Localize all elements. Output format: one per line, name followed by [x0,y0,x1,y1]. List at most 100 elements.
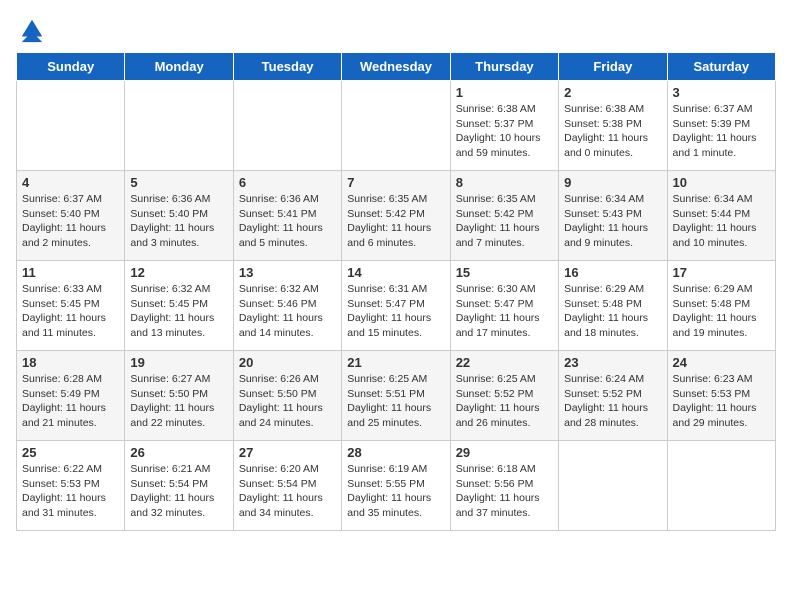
day-number: 10 [673,175,770,190]
day-info: Sunrise: 6:18 AM Sunset: 5:56 PM Dayligh… [456,462,553,521]
day-number: 15 [456,265,553,280]
day-info: Sunrise: 6:34 AM Sunset: 5:44 PM Dayligh… [673,192,770,251]
day-cell: 1 Sunrise: 6:38 AM Sunset: 5:37 PM Daylig… [450,81,558,171]
calendar-table: SundayMondayTuesdayWednesdayThursdayFrid… [16,52,776,531]
day-number: 24 [673,355,770,370]
day-cell: 8 Sunrise: 6:35 AM Sunset: 5:42 PM Daylig… [450,171,558,261]
day-info: Sunrise: 6:24 AM Sunset: 5:52 PM Dayligh… [564,372,661,431]
day-cell: 17 Sunrise: 6:29 AM Sunset: 5:48 PM Dayli… [667,261,775,351]
day-info: Sunrise: 6:29 AM Sunset: 5:48 PM Dayligh… [564,282,661,341]
day-number: 1 [456,85,553,100]
day-number: 17 [673,265,770,280]
day-cell: 24 Sunrise: 6:23 AM Sunset: 5:53 PM Dayli… [667,351,775,441]
day-number: 7 [347,175,444,190]
day-number: 19 [130,355,227,370]
week-row-5: 25 Sunrise: 6:22 AM Sunset: 5:53 PM Dayli… [17,441,776,531]
day-cell: 28 Sunrise: 6:19 AM Sunset: 5:55 PM Dayli… [342,441,450,531]
day-cell: 21 Sunrise: 6:25 AM Sunset: 5:51 PM Dayli… [342,351,450,441]
day-cell: 25 Sunrise: 6:22 AM Sunset: 5:53 PM Dayli… [17,441,125,531]
day-cell: 22Sunrise: 6:25 AM Sunset: 5:52 PM Dayli… [450,351,558,441]
day-cell: 9 Sunrise: 6:34 AM Sunset: 5:43 PM Daylig… [559,171,667,261]
day-cell: 26 Sunrise: 6:21 AM Sunset: 5:54 PM Dayli… [125,441,233,531]
day-info: Sunrise: 6:38 AM Sunset: 5:37 PM Dayligh… [456,102,553,161]
day-cell: 2 Sunrise: 6:38 AM Sunset: 5:38 PM Daylig… [559,81,667,171]
day-info: Sunrise: 6:25 AM Sunset: 5:51 PM Dayligh… [347,372,444,431]
day-cell: 29 Sunrise: 6:18 AM Sunset: 5:56 PM Dayli… [450,441,558,531]
day-number: 5 [130,175,227,190]
header-saturday: Saturday [667,53,775,81]
day-number: 11 [22,265,119,280]
day-info: Sunrise: 6:33 AM Sunset: 5:45 PM Dayligh… [22,282,119,341]
header-tuesday: Tuesday [233,53,341,81]
day-cell: 18 Sunrise: 6:28 AM Sunset: 5:49 PM Dayli… [17,351,125,441]
day-info: Sunrise: 6:21 AM Sunset: 5:54 PM Dayligh… [130,462,227,521]
day-cell: 3 Sunrise: 6:37 AM Sunset: 5:39 PM Daylig… [667,81,775,171]
day-info: Sunrise: 6:25 AM Sunset: 5:52 PM Dayligh… [456,372,553,431]
day-info: Sunrise: 6:22 AM Sunset: 5:53 PM Dayligh… [22,462,119,521]
header-friday: Friday [559,53,667,81]
day-number: 27 [239,445,336,460]
day-info: Sunrise: 6:20 AM Sunset: 5:54 PM Dayligh… [239,462,336,521]
day-number: 16 [564,265,661,280]
day-cell: 19 Sunrise: 6:27 AM Sunset: 5:50 PM Dayli… [125,351,233,441]
day-cell: 23 Sunrise: 6:24 AM Sunset: 5:52 PM Dayli… [559,351,667,441]
day-info: Sunrise: 6:37 AM Sunset: 5:39 PM Dayligh… [673,102,770,161]
day-info: Sunrise: 6:29 AM Sunset: 5:48 PM Dayligh… [673,282,770,341]
day-number: 18 [22,355,119,370]
day-cell: 15 Sunrise: 6:30 AM Sunset: 5:47 PM Dayli… [450,261,558,351]
day-number: 23 [564,355,661,370]
day-number: 9 [564,175,661,190]
day-cell: 10 Sunrise: 6:34 AM Sunset: 5:44 PM Dayli… [667,171,775,261]
day-info: Sunrise: 6:31 AM Sunset: 5:47 PM Dayligh… [347,282,444,341]
day-cell [233,81,341,171]
day-number: 25 [22,445,119,460]
header-thursday: Thursday [450,53,558,81]
day-cell: 5 Sunrise: 6:36 AM Sunset: 5:40 PM Daylig… [125,171,233,261]
day-info: Sunrise: 6:34 AM Sunset: 5:43 PM Dayligh… [564,192,661,251]
day-info: Sunrise: 6:35 AM Sunset: 5:42 PM Dayligh… [347,192,444,251]
header-sunday: Sunday [17,53,125,81]
day-cell: 20 Sunrise: 6:26 AM Sunset: 5:50 PM Dayli… [233,351,341,441]
day-cell [342,81,450,171]
day-cell: 7 Sunrise: 6:35 AM Sunset: 5:42 PM Daylig… [342,171,450,261]
day-cell: 4Sunrise: 6:37 AM Sunset: 5:40 PM Daylig… [17,171,125,261]
day-cell: 12 Sunrise: 6:32 AM Sunset: 5:45 PM Dayli… [125,261,233,351]
day-cell [667,441,775,531]
day-info: Sunrise: 6:26 AM Sunset: 5:50 PM Dayligh… [239,372,336,431]
week-row-1: 1 Sunrise: 6:38 AM Sunset: 5:37 PM Daylig… [17,81,776,171]
day-cell: 27 Sunrise: 6:20 AM Sunset: 5:54 PM Dayli… [233,441,341,531]
day-number: 2 [564,85,661,100]
day-info: Sunrise: 6:36 AM Sunset: 5:41 PM Dayligh… [239,192,336,251]
day-cell: 6 Sunrise: 6:36 AM Sunset: 5:41 PM Daylig… [233,171,341,261]
day-info: Sunrise: 6:28 AM Sunset: 5:49 PM Dayligh… [22,372,119,431]
day-info: Sunrise: 6:30 AM Sunset: 5:47 PM Dayligh… [456,282,553,341]
day-info: Sunrise: 6:32 AM Sunset: 5:45 PM Dayligh… [130,282,227,341]
day-info: Sunrise: 6:36 AM Sunset: 5:40 PM Dayligh… [130,192,227,251]
day-info: Sunrise: 6:38 AM Sunset: 5:38 PM Dayligh… [564,102,661,161]
logo [16,16,46,44]
header-row: SundayMondayTuesdayWednesdayThursdayFrid… [17,53,776,81]
day-info: Sunrise: 6:27 AM Sunset: 5:50 PM Dayligh… [130,372,227,431]
header-monday: Monday [125,53,233,81]
day-cell: 11 Sunrise: 6:33 AM Sunset: 5:45 PM Dayli… [17,261,125,351]
day-info: Sunrise: 6:23 AM Sunset: 5:53 PM Dayligh… [673,372,770,431]
day-number: 29 [456,445,553,460]
week-row-4: 18 Sunrise: 6:28 AM Sunset: 5:49 PM Dayli… [17,351,776,441]
day-number: 21 [347,355,444,370]
day-number: 3 [673,85,770,100]
day-cell: 16 Sunrise: 6:29 AM Sunset: 5:48 PM Dayli… [559,261,667,351]
day-number: 28 [347,445,444,460]
day-number: 8 [456,175,553,190]
day-number: 13 [239,265,336,280]
day-info: Sunrise: 6:19 AM Sunset: 5:55 PM Dayligh… [347,462,444,521]
day-number: 6 [239,175,336,190]
day-number: 26 [130,445,227,460]
day-cell [125,81,233,171]
day-info: Sunrise: 6:37 AM Sunset: 5:40 PM Dayligh… [22,192,119,251]
day-info: Sunrise: 6:35 AM Sunset: 5:42 PM Dayligh… [456,192,553,251]
day-number: 12 [130,265,227,280]
header-wednesday: Wednesday [342,53,450,81]
day-number: 14 [347,265,444,280]
week-row-2: 4Sunrise: 6:37 AM Sunset: 5:40 PM Daylig… [17,171,776,261]
day-number: 20 [239,355,336,370]
